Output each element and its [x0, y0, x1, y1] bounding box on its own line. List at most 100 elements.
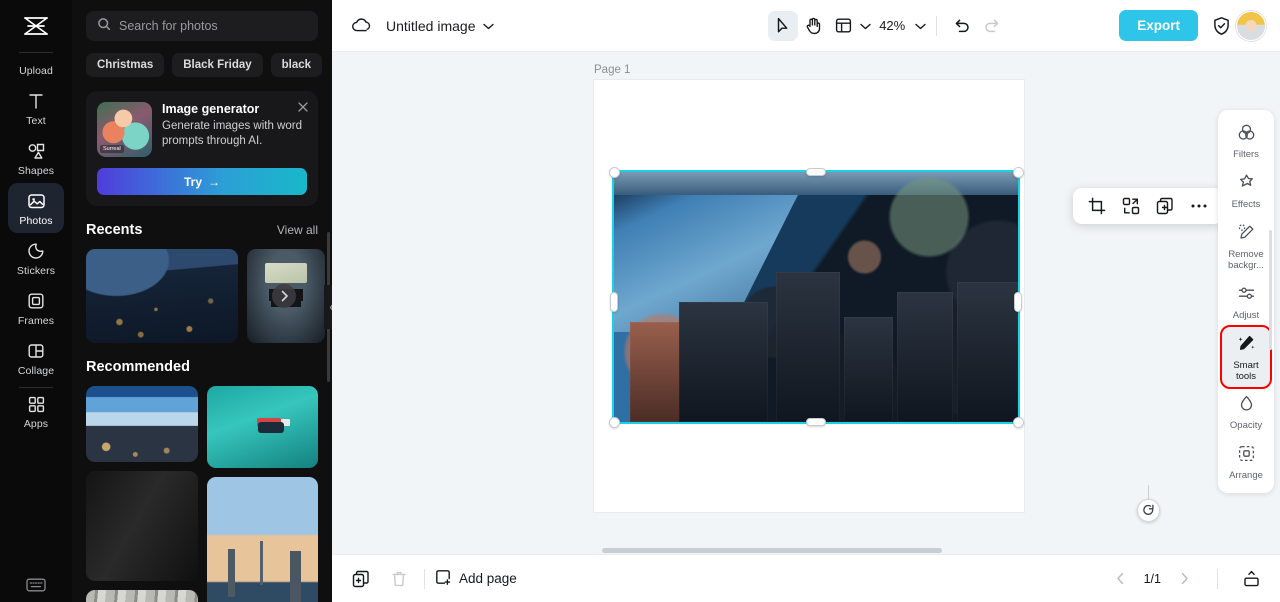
resize-handle-bottom[interactable] — [806, 418, 826, 426]
add-page-label: Add page — [459, 571, 517, 586]
chevron-left-icon[interactable] — [1106, 564, 1136, 594]
view-all-link[interactable]: View all — [277, 223, 318, 237]
shield-check-icon[interactable] — [1206, 11, 1236, 41]
sidebar-item-shapes[interactable]: Shapes — [8, 133, 64, 183]
tool-label: Adjust — [1232, 309, 1260, 321]
layout-panels-icon[interactable] — [828, 11, 858, 41]
canvas-horizontal-scrollbar[interactable] — [602, 548, 942, 553]
photos-icon — [26, 191, 47, 211]
tool-effects[interactable]: Effects — [1222, 166, 1270, 216]
sidebar-item-label: Frames — [17, 315, 55, 327]
tag-chip-christmas[interactable]: Christmas — [86, 53, 165, 77]
page-navigator: 1/1 — [1106, 564, 1266, 594]
tag-chip-black[interactable]: black — [270, 53, 323, 77]
sidebar-item-apps[interactable]: Apps — [8, 388, 64, 436]
more-options-icon[interactable] — [1187, 194, 1211, 218]
image-building — [844, 317, 893, 422]
chevron-down-icon[interactable] — [860, 17, 871, 35]
photo-thumb[interactable] — [86, 386, 198, 462]
page-indicator: 1/1 — [1143, 571, 1161, 586]
photo-thumb[interactable] — [206, 386, 318, 468]
tag-chip-row: Christmas Black Friday black — [86, 53, 323, 77]
sidebar-item-label: Stickers — [16, 265, 56, 277]
sidebar-item-collage[interactable]: Collage — [8, 333, 64, 383]
app-root: Upload Text Shapes Photos Stickers Frame… — [0, 0, 1280, 602]
search-bar[interactable] — [86, 11, 318, 41]
text-icon — [26, 91, 46, 111]
opacity-icon — [1237, 394, 1256, 418]
sidebar-item-photos[interactable]: Photos — [8, 183, 64, 233]
tool-opacity[interactable]: Opacity — [1222, 387, 1270, 437]
zoom-level[interactable]: 42% — [879, 18, 905, 33]
chevron-down-icon[interactable] — [482, 17, 494, 35]
selected-image-object[interactable] — [612, 170, 1020, 424]
sidebar-item-upload[interactable]: Upload — [8, 53, 64, 83]
add-page-button[interactable]: Add page — [435, 569, 517, 589]
resize-handle-top-right[interactable] — [1013, 167, 1024, 178]
sidebar-item-label: Text — [26, 115, 46, 127]
photos-panel: Christmas Black Friday black Surreal Ima… — [72, 0, 332, 602]
sidebar-item-text[interactable]: Text — [8, 83, 64, 133]
chevron-down-icon[interactable] — [915, 17, 926, 35]
export-button[interactable]: Export — [1119, 10, 1198, 41]
bottom-divider — [424, 568, 425, 589]
avatar[interactable] — [1236, 10, 1266, 41]
keyboard-shortcuts-icon[interactable] — [0, 576, 72, 594]
tool-arrange[interactable]: Arrange — [1222, 437, 1270, 487]
recent-thumb-cityscape[interactable] — [86, 249, 238, 343]
remove-background-icon — [1237, 223, 1256, 247]
undo-icon[interactable] — [947, 11, 977, 41]
replace-icon[interactable] — [1119, 194, 1143, 218]
bottom-toolbar: Add page 1/1 — [332, 554, 1280, 602]
chevron-right-icon[interactable] — [1169, 564, 1199, 594]
cursor-select-icon[interactable] — [768, 10, 799, 41]
tool-adjust[interactable]: Adjust — [1222, 277, 1270, 327]
image-building — [896, 292, 954, 422]
app-logo-icon[interactable] — [0, 4, 72, 48]
tool-remove-background[interactable]: Remove backgr... — [1222, 216, 1270, 277]
sidebar-item-label: Photos — [19, 215, 53, 227]
sidebar-item-frames[interactable]: Frames — [8, 283, 64, 333]
resize-handle-bottom-right[interactable] — [1013, 417, 1024, 428]
photo-thumb[interactable] — [86, 471, 198, 581]
photo-thumb[interactable] — [206, 477, 318, 602]
resize-handle-left[interactable] — [610, 292, 618, 312]
rotate-handle-icon[interactable] — [1137, 499, 1160, 522]
toolbar-divider — [936, 15, 938, 36]
sidebar-item-stickers[interactable]: Stickers — [8, 233, 64, 283]
crop-icon[interactable] — [1085, 194, 1109, 218]
try-label: Try — [183, 174, 202, 189]
document-title[interactable]: Untitled image — [386, 18, 476, 34]
effects-icon — [1237, 173, 1256, 197]
resize-handle-right[interactable] — [1014, 292, 1022, 312]
collage-icon — [26, 341, 46, 361]
add-page-icon — [435, 569, 452, 589]
tool-filters[interactable]: Filters — [1222, 116, 1270, 166]
panel-collapse-handle[interactable] — [324, 285, 332, 329]
promo-thumbnail: Surreal — [97, 102, 152, 157]
promo-title: Image generator — [162, 102, 260, 116]
resize-handle-top-left[interactable] — [609, 167, 620, 178]
search-input[interactable] — [119, 19, 307, 33]
photo-thumb[interactable] — [86, 590, 198, 602]
duplicate-page-icon[interactable] — [346, 564, 376, 594]
tool-label: Opacity — [1229, 420, 1263, 432]
sidebar-item-label: Collage — [17, 365, 55, 377]
resize-handle-top[interactable] — [806, 168, 826, 176]
tools-scrollbar[interactable] — [1269, 230, 1272, 350]
carousel-next-button[interactable] — [272, 284, 296, 308]
canvas-area[interactable]: Page 1 Filters Effects Remove backgr... … — [332, 52, 1280, 554]
resize-handle-bottom-left[interactable] — [609, 417, 620, 428]
page-label: Page 1 — [594, 64, 631, 76]
arrange-icon — [1237, 444, 1256, 468]
duplicate-icon[interactable] — [1153, 194, 1177, 218]
try-button[interactable]: Try → — [97, 168, 307, 195]
pages-tray-icon[interactable] — [1236, 564, 1266, 594]
cloud-saved-icon[interactable] — [346, 11, 376, 41]
close-icon[interactable] — [297, 100, 309, 118]
search-icon — [97, 17, 111, 36]
sidebar-item-label: Apps — [23, 418, 49, 430]
tool-smart-tools[interactable]: Smart tools — [1220, 324, 1272, 390]
hand-pan-icon[interactable] — [798, 11, 828, 41]
tag-chip-black-friday[interactable]: Black Friday — [172, 53, 263, 77]
